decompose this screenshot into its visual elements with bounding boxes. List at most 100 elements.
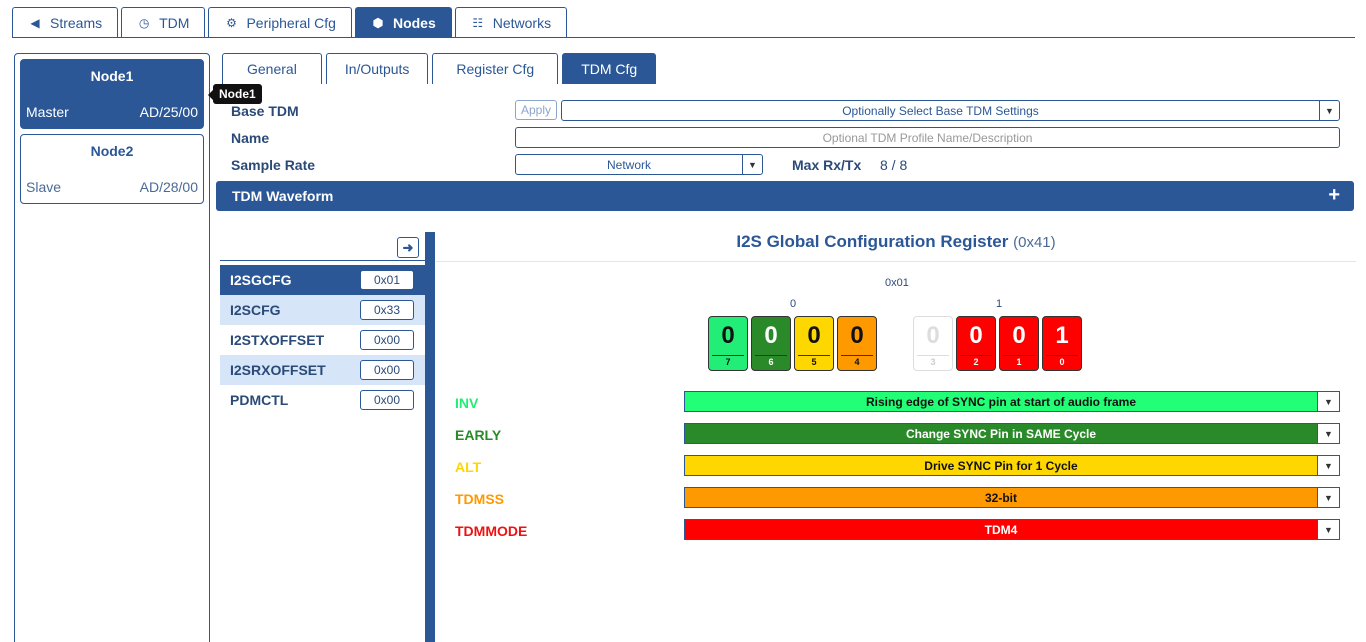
node-address: AD/25/00 [139,104,198,120]
register-name: PDMCTL [230,392,289,408]
sub-tab-bar: General In/Outputs Register Cfg TDM Cfg [222,53,657,84]
field-select-value: TDM4 [984,522,1018,537]
apply-button[interactable]: Apply [515,100,557,120]
bit-index: 5 [798,355,830,368]
node-address: AD/28/00 [139,179,198,195]
register-address: (0x41) [1013,234,1056,251]
bit-value: 1 [1055,322,1069,349]
register-name: I2SRXOFFSET [230,362,326,378]
bit-index: 6 [755,355,787,368]
node-list-panel: Node1 Master AD/25/00 Node2 Slave AD/28/… [14,53,210,642]
profile-name-placeholder: Optional TDM Profile Name/Description [822,130,1033,145]
bit-toggle[interactable]: 02 [956,316,996,371]
tdm-waveform-header[interactable]: TDM Waveform + [216,181,1354,211]
tab-networks[interactable]: ☷ Networks [454,7,568,37]
bit-toggle[interactable]: 03 [913,316,953,371]
base-tdm-select-value: Optionally Select Base TDM Settings [842,103,1039,118]
name-label: Name [231,130,270,146]
register-value[interactable]: 0x01 [360,270,414,290]
bit-toggle[interactable]: 07 [708,316,748,371]
cube-icon: ⬢ [372,15,384,30]
node-name: Node1 [90,68,134,84]
node-tooltip: Node1 [208,84,262,104]
field-select[interactable]: Change SYNC Pin in SAME Cycle ▼ [684,423,1340,444]
node-card-node2[interactable]: Node2 Slave AD/28/00 [20,134,204,204]
register-value[interactable]: 0x33 [360,300,414,320]
top-tab-divider [12,37,1355,38]
node-card-node1[interactable]: Node1 Master AD/25/00 [20,59,204,129]
tab-streams[interactable]: ◀ Streams [12,7,119,37]
tab-inoutputs[interactable]: In/Outputs [325,53,429,84]
bit-index: 2 [960,355,992,368]
base-tdm-select[interactable]: Optionally Select Base TDM Settings ▼ [561,100,1340,121]
gear-icon: ⚙ [226,15,237,30]
chevron-down-icon[interactable]: ▼ [1317,488,1339,507]
sample-rate-label: Sample Rate [231,157,316,173]
field-select[interactable]: Drive SYNC Pin for 1 Cycle ▼ [684,455,1340,476]
bit-index: 3 [917,355,949,368]
register-list-divider [220,260,425,261]
register-value[interactable]: 0x00 [360,360,414,380]
chevron-down-icon[interactable]: ▼ [1317,392,1339,411]
tab-tdm[interactable]: ◷ TDM [121,7,206,37]
field-label: INV [455,395,479,411]
tdm-waveform-label: TDM Waveform [232,188,334,204]
tab-register-cfg[interactable]: Register Cfg [432,53,559,84]
register-row-i2scfg[interactable]: I2SCFG 0x33 [220,295,425,325]
register-name: I2STXOFFSET [230,332,325,348]
register-name: I2SGCFG [230,272,292,288]
bit-value: 0 [926,322,940,349]
bit-toggle[interactable]: 10 [1042,316,1082,371]
bit-index: 0 [1046,355,1078,368]
bit-index: 1 [1003,355,1035,368]
bit-toggle[interactable]: 04 [837,316,877,371]
bit-toggle[interactable]: 05 [794,316,834,371]
register-panel-splitter[interactable] [425,232,435,642]
bit-value: 0 [721,322,735,349]
arrow-right-icon[interactable]: ➜ [397,237,419,258]
bit-value: 0 [1012,322,1026,349]
field-select[interactable]: TDM4 ▼ [684,519,1340,540]
tab-label: Nodes [392,14,436,31]
expand-plus-icon[interactable]: + [1328,184,1340,207]
field-select-value: Drive SYNC Pin for 1 Cycle [924,458,1078,473]
bit-toggle[interactable]: 01 [999,316,1039,371]
tab-nodes[interactable]: ⬢ Nodes [354,7,452,37]
field-select-value: Rising edge of SYNC pin at start of audi… [865,394,1137,409]
field-select[interactable]: Rising edge of SYNC pin at start of audi… [684,391,1340,412]
bit-value: 0 [969,322,983,349]
chevron-down-icon[interactable]: ▼ [1317,424,1339,443]
register-row-pdmctl[interactable]: PDMCTL 0x00 [220,385,425,415]
register-title-text: I2S Global Configuration Register [736,232,1009,251]
chevron-down-icon[interactable]: ▼ [1319,101,1339,120]
profile-name-input[interactable]: Optional TDM Profile Name/Description [515,127,1340,148]
tab-label: Networks [492,14,552,31]
tab-general[interactable]: General [222,53,322,84]
tab-peripheral-cfg[interactable]: ⚙ Peripheral Cfg [208,7,352,37]
field-select-value: Change SYNC Pin in SAME Cycle [905,426,1097,441]
tab-tdm-cfg[interactable]: TDM Cfg [562,53,657,84]
speaker-icon: ◀ [30,15,40,30]
field-label: ALT [455,459,482,475]
tab-label: Streams [50,14,103,31]
bit-toggle[interactable]: 06 [751,316,791,371]
title-divider [436,261,1356,262]
field-select[interactable]: 32-bit ▼ [684,487,1340,508]
bit-value: 0 [807,322,821,349]
tab-label: Peripheral Cfg [246,14,336,31]
sample-rate-select[interactable]: Network ▼ [515,154,763,175]
nibble-high: 0 [790,298,797,310]
base-tdm-label: Base TDM [231,103,299,119]
chevron-down-icon[interactable]: ▼ [742,155,762,174]
field-label: EARLY [455,427,502,443]
register-value[interactable]: 0x00 [360,390,414,410]
register-name: I2SCFG [230,302,281,318]
chevron-down-icon[interactable]: ▼ [1317,456,1339,475]
node-name: Node2 [90,143,134,159]
register-row-i2srxoffset[interactable]: I2SRXOFFSET 0x00 [220,355,425,385]
register-value[interactable]: 0x00 [360,330,414,350]
register-row-i2stxoffset[interactable]: I2STXOFFSET 0x00 [220,325,425,355]
register-row-i2sgcfg[interactable]: I2SGCFG 0x01 [220,265,425,295]
chevron-down-icon[interactable]: ▼ [1317,520,1339,539]
register-title: I2S Global Configuration Register (0x41) [436,232,1356,252]
